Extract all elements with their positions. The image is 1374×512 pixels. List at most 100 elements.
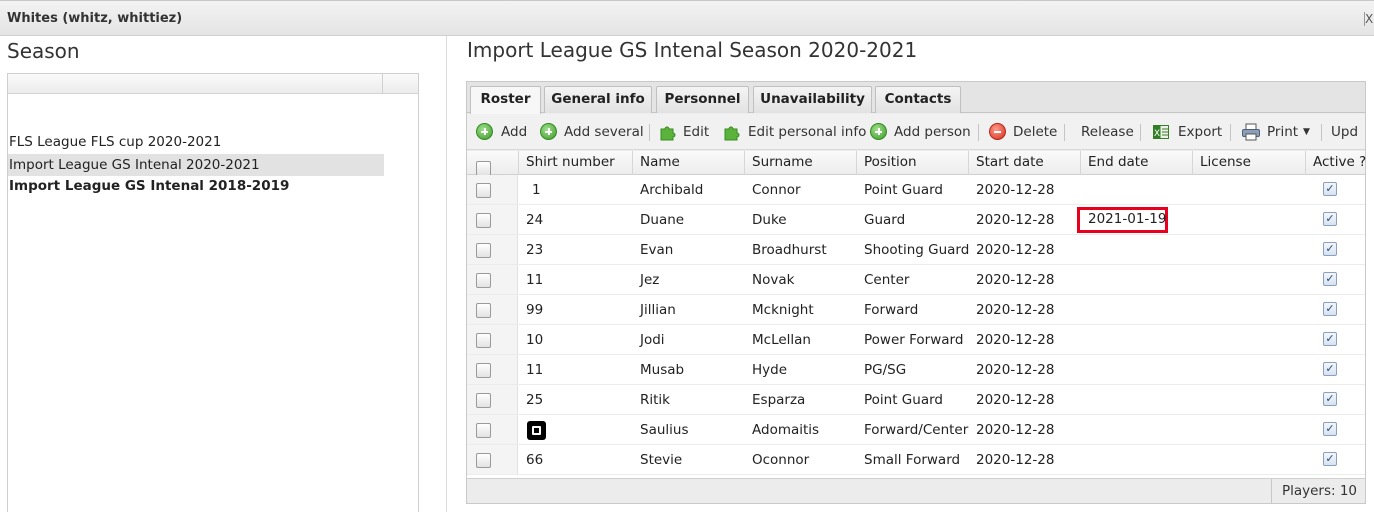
cell-end-date[interactable] [1081,325,1088,355]
row-checkbox[interactable] [476,333,491,348]
cell-end-date[interactable] [1081,415,1088,445]
col-shirt-number[interactable]: Shirt number [519,151,633,175]
table-row[interactable]: 11 Musab Hyde PG/SG 2020-12-28 ✓ [467,355,1365,385]
cell-end-date[interactable]: 2021-01-19 [1080,209,1166,229]
end-date-highlight[interactable]: 2021-01-19 [1077,207,1168,233]
window-titlebar: Whites (whitz, whittiez) X [0,0,1374,36]
col-surname[interactable]: Surname [745,151,857,175]
table-row[interactable]: 66 Stevie Oconnor Small Forward 2020-12-… [467,445,1365,475]
shirt-placeholder-icon [527,421,546,440]
tab-personnel[interactable]: Personnel [656,86,749,113]
season-panel: Season FLS League FLS cup 2020-2021 Impo… [0,36,447,512]
tab-unavailability[interactable]: Unavailability [753,86,872,113]
row-checkbox[interactable] [476,393,491,408]
col-license[interactable]: License [1193,151,1306,175]
edit-personal-info-button[interactable]: Edit personal info [723,122,866,142]
table-row[interactable]: 23 Evan Broadhurst Shooting Guard 2020-1… [467,235,1365,265]
add-person-button[interactable]: Add person [870,122,971,142]
active-checkbox[interactable]: ✓ [1323,362,1337,376]
col-name[interactable]: Name [633,151,745,175]
cell-license [1193,385,1200,415]
cell-license [1193,265,1200,295]
row-checkbox[interactable] [476,213,491,228]
cell-position: Guard [864,212,906,228]
cell-name: Musab [640,362,685,378]
active-checkbox[interactable]: ✓ [1323,302,1337,316]
active-checkbox[interactable]: ✓ [1323,182,1337,196]
col-active[interactable]: Active ? [1306,151,1366,175]
active-checkbox[interactable]: ✓ [1323,392,1337,406]
cell-position: PG/SG [864,362,907,378]
cell-end-date[interactable] [1081,175,1088,205]
players-count: Players: 10 [1270,479,1357,503]
col-position[interactable]: Position [857,151,969,175]
select-all-checkbox[interactable] [476,161,491,176]
active-checkbox[interactable]: ✓ [1323,332,1337,346]
delete-button[interactable]: Delete [989,122,1057,142]
cell-shirt: 66 [526,452,544,468]
col-start-date[interactable]: Start date [969,151,1081,175]
cell-start-date: 2020-12-28 [976,422,1055,438]
cell-license [1193,295,1200,325]
cell-shirt: 25 [526,392,544,408]
table-row[interactable]: 25 Ritik Esparza Point Guard 2020-12-28 … [467,385,1365,415]
cell-surname: Esparza [752,392,806,408]
active-checkbox[interactable]: ✓ [1323,212,1337,226]
season-item[interactable]: FLS League FLS cup 2020-2021 [8,131,384,153]
row-checkbox[interactable] [476,273,491,288]
season-item-selected[interactable]: Import League GS Intenal 2020-2021 [8,154,384,176]
cell-start-date: 2020-12-28 [976,272,1055,288]
cell-license [1193,205,1200,235]
table-row[interactable]: 99 Jillian Mcknight Forward 2020-12-28 ✓ [467,295,1365,325]
season-item[interactable]: Import League GS Intenal 2018-2019 [8,175,384,197]
cell-name: Stevie [640,452,683,468]
print-button[interactable]: Print ▼ [1241,122,1316,142]
cell-name: Jillian [640,302,676,318]
cell-start-date: 2020-12-28 [976,212,1055,228]
season-item-label: Import League GS Intenal 2018-2019 [9,178,290,194]
tab-general-info[interactable]: General info [544,86,652,113]
update-button[interactable]: Upd [1331,122,1365,142]
row-checkbox[interactable] [476,423,491,438]
row-checkbox[interactable] [476,363,491,378]
table-row[interactable]: Saulius Adomaitis Forward/Center 2020-12… [467,415,1365,445]
cell-end-date[interactable] [1081,265,1088,295]
col-end-date[interactable]: End date [1081,151,1193,175]
cell-start-date: 2020-12-28 [976,332,1055,348]
cell-end-date[interactable] [1081,235,1088,265]
cell-start-date: 2020-12-28 [976,392,1055,408]
cell-end-date[interactable] [1081,445,1088,475]
tab-contacts[interactable]: Contacts [875,86,961,113]
table-row[interactable]: 24 Duane Duke Guard 2020-12-28 2021-01-1… [467,205,1365,235]
svg-text:X: X [1154,129,1160,139]
cell-start-date: 2020-12-28 [976,362,1055,378]
cell-start-date: 2020-12-28 [976,242,1055,258]
cell-name: Archibald [640,182,704,198]
cell-shirt: 10 [526,332,544,348]
row-checkbox[interactable] [476,243,491,258]
row-checkbox[interactable] [476,303,491,318]
tab-roster[interactable]: Roster [470,86,541,114]
row-checkbox[interactable] [476,183,491,198]
active-checkbox[interactable]: ✓ [1323,272,1337,286]
active-checkbox[interactable]: ✓ [1323,422,1337,436]
active-checkbox[interactable]: ✓ [1323,242,1337,256]
cell-license [1193,355,1200,385]
table-row[interactable]: 11 Jez Novak Center 2020-12-28 ✓ [467,265,1365,295]
release-button[interactable]: Release [1081,122,1134,142]
table-row[interactable]: 10 Jodi McLellan Power Forward 2020-12-2… [467,325,1365,355]
window-title: Whites (whitz, whittiez) [7,11,183,26]
add-button[interactable]: Add [476,122,528,142]
cell-end-date[interactable] [1081,295,1088,325]
add-several-button[interactable]: Add several [540,122,644,142]
table-row[interactable]: 1 Archibald Connor Point Guard 2020-12-2… [467,175,1365,205]
active-checkbox[interactable]: ✓ [1323,452,1337,466]
close-icon[interactable]: X [1364,12,1374,26]
export-button[interactable]: X Export [1152,122,1222,142]
cell-end-date[interactable] [1081,385,1088,415]
cell-license [1193,235,1200,265]
season-item-label: FLS League FLS cup 2020-2021 [9,134,222,150]
cell-end-date[interactable] [1081,355,1088,385]
row-checkbox[interactable] [476,453,491,468]
edit-button[interactable]: Edit [659,122,709,142]
